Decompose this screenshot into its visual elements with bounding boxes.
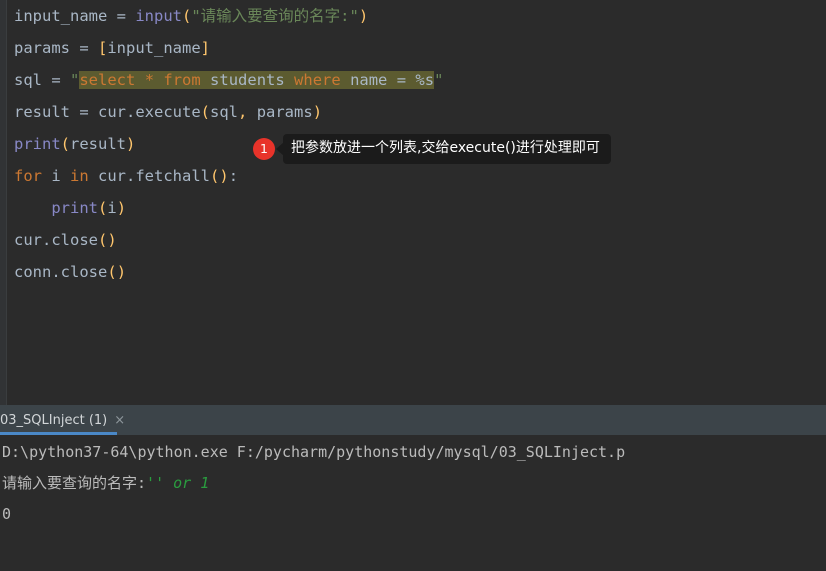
code-token: . [126,103,136,121]
code-token: = [107,7,136,25]
code-token: ( [98,199,108,217]
code-token: , [238,103,248,121]
code-token: "请输入要查询的名字:" [191,7,359,25]
code-token: ) [219,167,229,185]
code-token [284,71,295,89]
code-token: = [42,71,70,89]
code-token [340,71,351,89]
code-token: ( [60,135,71,153]
code-token: ( [200,103,211,121]
tab-label: 03_SQLInject (1) [0,412,108,428]
code-token: ) [116,199,127,217]
code-token: print [51,199,98,217]
code-line: input_name = input("请输入要查询的名字:") [14,0,826,32]
code-token: for [14,167,42,185]
code-token: i [107,199,117,217]
console-segment: D:\python37-64\python.exe F:/pycharm/pyt… [2,443,626,461]
code-token: ) [358,7,369,25]
code-token: ) [107,231,117,249]
code-token: select [79,71,136,89]
code-token: from [163,71,201,89]
code-token: print [14,135,61,153]
code-token: ( [107,263,117,281]
code-token: cur [14,231,42,249]
code-token: ( [98,231,108,249]
console-output: D:\python37-64\python.exe F:/pycharm/pyt… [2,437,826,530]
code-token: ( [182,7,192,25]
code-token: input_name [14,7,108,25]
console-segment: 0 [2,505,12,523]
code-line: print(i) [14,192,826,224]
code-token: result [14,103,70,121]
console-line: D:\python37-64\python.exe F:/pycharm/pyt… [2,437,826,468]
code-token [154,71,164,89]
console-line: 请输入要查询的名字:'' or 1 [2,468,826,499]
code-token [200,71,211,89]
code-token: ( [210,167,220,185]
callout-badge-icon: 1 [253,138,275,160]
annotation-callout: 1 把参数放进一个列表,交给execute()进行处理即可 [253,133,611,165]
console-segment: '' or 1 [146,474,210,492]
code-token: = [70,103,98,121]
code-token: = [70,39,98,57]
code-token: in [70,167,89,185]
close-icon[interactable]: × [114,413,125,428]
code-token [135,71,145,89]
code-token: execute [135,103,201,121]
code-token: input_name [107,39,201,57]
code-line: sql = "select * from students where name… [14,64,826,96]
code-token: conn [14,263,52,281]
run-console[interactable]: D:\python37-64\python.exe F:/pycharm/pyt… [0,435,826,571]
code-token: sql [210,103,239,121]
code-line: cur.close() [14,224,826,256]
code-token: cur [98,103,126,121]
console-line: 0 [2,499,826,530]
code-token: [ [98,39,108,57]
console-tab-bar: 03_SQLInject (1) × [0,405,826,435]
code-token: result [70,135,127,153]
code-token: params [247,103,313,121]
code-token: close [60,263,108,281]
code-line: conn.close() [14,256,826,288]
code-token: " [70,71,80,89]
code-token: " [434,71,444,89]
code-token: = [396,71,407,89]
console-segment: 请输入要查询的名字: [2,474,147,492]
code-token: where [294,71,341,89]
code-token: : [228,167,239,185]
code-token: * [144,71,155,89]
tab-03-sqlinject[interactable]: 03_SQLInject (1) × [0,405,133,435]
code-line: params = [input_name] [14,32,826,64]
code-token: sql [14,71,42,89]
code-token: params [14,39,70,57]
code-line: result = cur.execute(sql, params) [14,96,826,128]
code-token: students [210,71,285,89]
editor-gutter [0,0,7,405]
code-token: ) [116,263,127,281]
callout-text: 把参数放进一个列表,交给execute()进行处理即可 [283,133,611,165]
code-token: input [135,7,182,25]
code-token: . [51,263,61,281]
code-token: ] [200,39,211,57]
code-token [387,71,397,89]
code-token: name [350,71,388,89]
code-token: ) [126,135,136,153]
code-editor[interactable]: input_name = input("请输入要查询的名字:") params =… [0,0,826,405]
code-token: . [42,231,52,249]
code-token: fetchall [135,167,210,185]
code-token: %s [415,71,435,89]
code-token: i [42,167,70,185]
code-token: . [126,167,136,185]
code-token: cur [88,167,126,185]
code-token: close [51,231,99,249]
code-token: ) [312,103,323,121]
